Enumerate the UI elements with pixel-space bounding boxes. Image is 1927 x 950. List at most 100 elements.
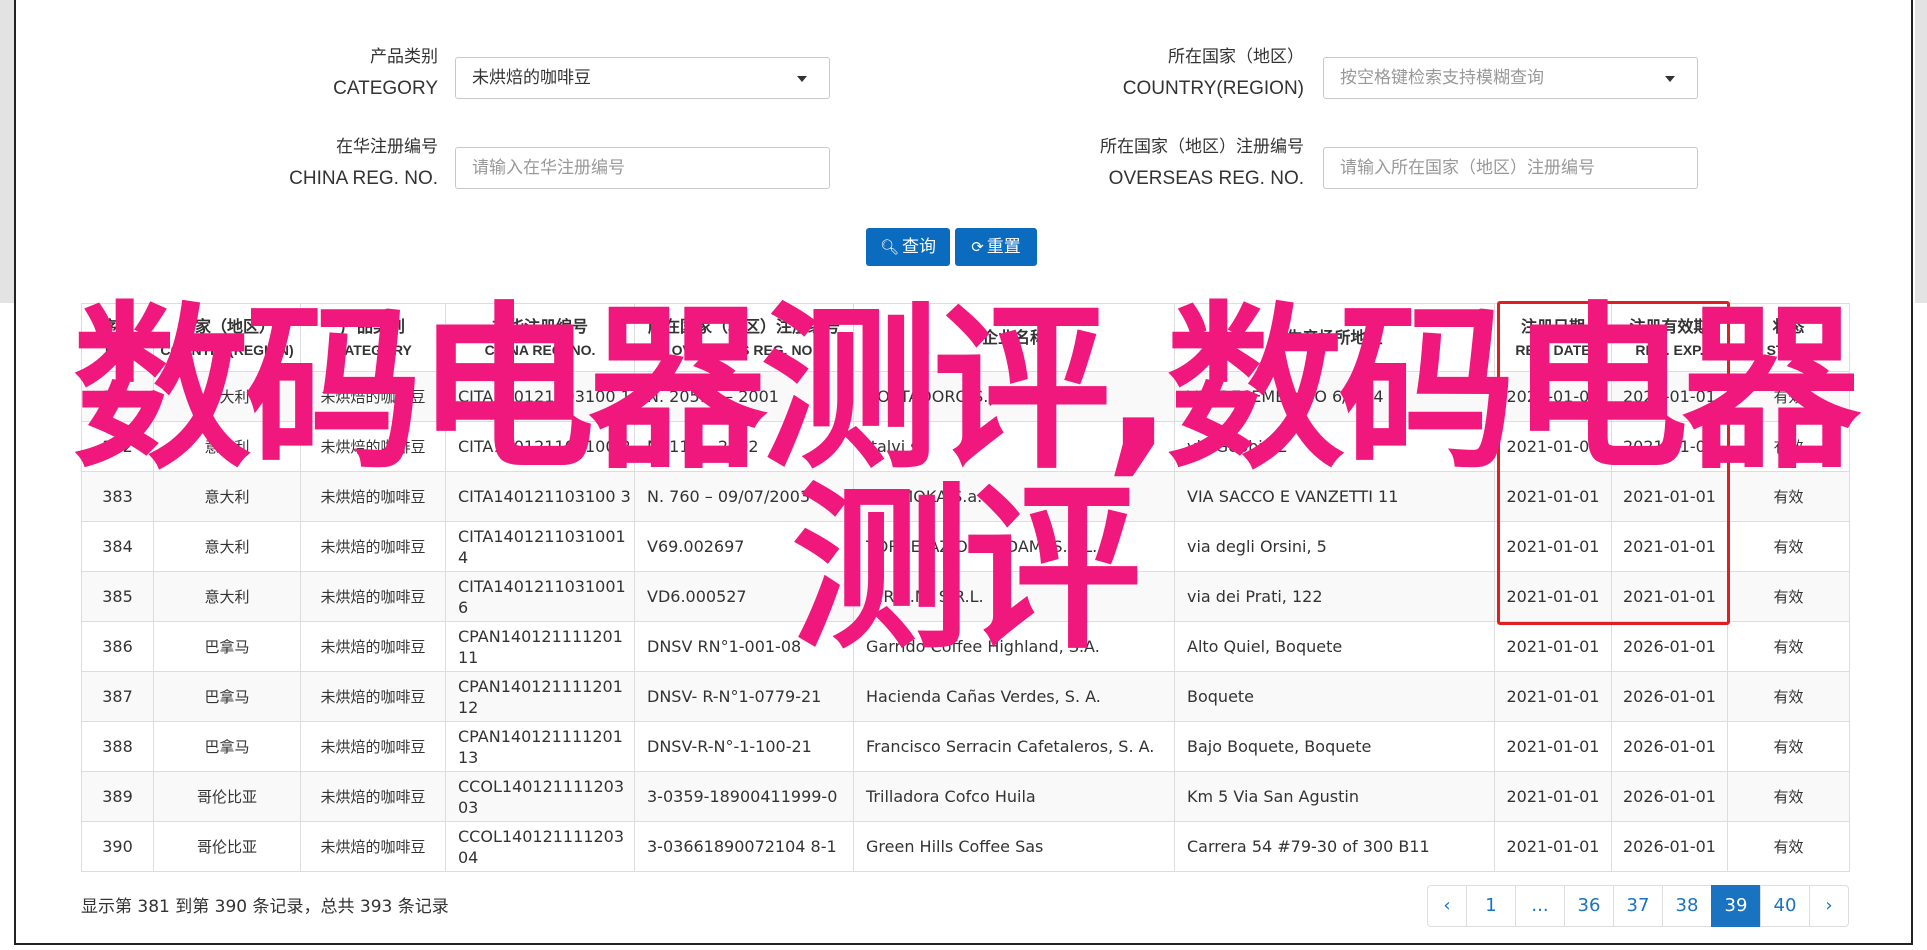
cell-address: via degli Orsini, 5 <box>1174 521 1495 572</box>
cell-reg-exp: 2021-01-01 <box>1611 371 1728 422</box>
page-ellipsis[interactable]: ... <box>1515 885 1565 927</box>
cell-overseas-reg: 3-0359-18900411999-0 <box>634 771 854 822</box>
cell-china-reg: CPAN140121111201 11 <box>445 621 635 672</box>
cell-overseas-reg: DNSV RN°1-001-08 <box>634 621 854 672</box>
search-button[interactable]: 🔍︎ 查询 <box>866 228 950 266</box>
cell-no: 384 <box>81 521 154 572</box>
cell-no: 381 <box>81 371 154 422</box>
cell-china-reg: CITA1401211031001 6 <box>445 571 635 622</box>
cell-state: 有效 <box>1727 621 1850 672</box>
column-header-company[interactable]: 企业名称 <box>853 303 1175 372</box>
column-header-no[interactable]: 序号 NO. <box>81 303 154 372</box>
column-header-address[interactable]: 生产场所地址 <box>1174 303 1495 372</box>
column-header-china-reg[interactable]: 在华注册编号 CHINA REG. NO. <box>445 303 635 372</box>
column-header-category[interactable]: 产品类别 CATEGORY <box>300 303 446 372</box>
page-button[interactable]: 1 <box>1466 885 1516 927</box>
page-button[interactable]: 36 <box>1564 885 1614 927</box>
cell-country: 巴拿马 <box>153 621 301 672</box>
cell-company: TORMOKA S.a.a. <box>853 471 1175 522</box>
cell-country: 巴拿马 <box>153 671 301 722</box>
search-button-label: 查询 <box>902 237 937 257</box>
table-row[interactable]: 384 意大利 未烘焙的咖啡豆 CITA1401211031001 4 V69.… <box>81 521 1850 572</box>
cell-country: 意大利 <box>153 471 301 522</box>
right-scrollbar[interactable] <box>1915 0 1927 303</box>
china-reg-input[interactable]: 请输入在华注册编号 <box>455 147 830 189</box>
pagination: ‹ 1 ... 36 37 38 39 40 › <box>1427 885 1849 927</box>
cell-country: 哥伦比亚 <box>153 821 301 872</box>
reset-button-label: 重置 <box>986 237 1021 257</box>
cell-reg-exp: 2026-01-01 <box>1611 671 1728 722</box>
cell-category: 未烘焙的咖啡豆 <box>300 771 446 822</box>
table-row[interactable]: 388 巴拿马 未烘焙的咖啡豆 CPAN140121111201 13 DNSV… <box>81 721 1850 772</box>
page-button[interactable]: 37 <box>1613 885 1663 927</box>
cell-category: 未烘焙的咖啡豆 <box>300 471 446 522</box>
table-row[interactable]: 381 意大利 未烘焙的咖啡豆 CITA140121103100 1 N. 20… <box>81 371 1850 422</box>
table-row[interactable]: 389 哥伦比亚 未烘焙的咖啡豆 CCOL140121111203 03 3-0… <box>81 771 1850 822</box>
cell-address: via dei Prati, 122 <box>1174 571 1495 622</box>
cell-category: 未烘焙的咖啡豆 <box>300 371 446 422</box>
cell-reg-date: 2021-01-01 <box>1494 471 1612 522</box>
cell-reg-date: 2021-01-01 <box>1494 521 1612 572</box>
table-row[interactable]: 383 意大利 未烘焙的咖啡豆 CITA140121103100 3 N. 76… <box>81 471 1850 522</box>
cell-category: 未烘焙的咖啡豆 <box>300 421 446 472</box>
cell-reg-date: 2021-01-01 <box>1494 771 1612 822</box>
category-select[interactable]: 未烘焙的咖啡豆 <box>455 57 830 99</box>
cell-reg-exp: 2026-01-01 <box>1611 721 1728 772</box>
cell-country: 意大利 <box>153 521 301 572</box>
table-row[interactable]: 390 哥伦比亚 未烘焙的咖啡豆 CCOL140121111203 04 3-0… <box>81 821 1850 872</box>
cell-overseas-reg: DNSV- R-N°1-0779-21 <box>634 671 854 722</box>
page-next-button[interactable]: › <box>1809 885 1849 927</box>
page-button[interactable]: 40 <box>1760 885 1810 927</box>
cell-state: 有效 <box>1727 571 1850 622</box>
cell-no: 390 <box>81 821 154 872</box>
cell-overseas-reg: N. 20510 – 2001 <box>634 371 854 422</box>
cell-no: 388 <box>81 721 154 772</box>
table-row[interactable]: 385 意大利 未烘焙的咖啡豆 CITA1401211031001 6 VD6.… <box>81 571 1850 622</box>
cell-state: 有效 <box>1727 421 1850 472</box>
left-scrollbar[interactable] <box>0 0 14 303</box>
reset-button[interactable]: ⟳ 重置 <box>955 228 1037 266</box>
cell-reg-exp: 2021-01-01 <box>1611 421 1728 472</box>
cell-address: via Gobbia 2 <box>1174 421 1495 472</box>
page-button[interactable]: 38 <box>1662 885 1712 927</box>
pagination-summary: 显示第 381 到第 390 条记录，总共 393 条记录 <box>81 897 449 917</box>
cell-china-reg: CITA140121103100 3 <box>445 471 635 522</box>
cell-no: 382 <box>81 421 154 472</box>
cell-country: 意大利 <box>153 571 301 622</box>
cell-company: Hacienda Cañas Verdes, S. A. <box>853 671 1175 722</box>
overseas-reg-input[interactable]: 请输入所在国家（地区）注册编号 <box>1323 147 1698 189</box>
page-prev-button[interactable]: ‹ <box>1427 885 1467 927</box>
cell-country: 意大利 <box>153 421 301 472</box>
chevron-down-icon <box>1665 76 1675 82</box>
cell-no: 383 <box>81 471 154 522</box>
table-row[interactable]: 382 意大利 未烘焙的咖啡豆 CITA140121103100 2 N. 11… <box>81 421 1850 472</box>
cell-reg-exp: 2021-01-01 <box>1611 571 1728 622</box>
cell-china-reg: CITA140121103100 2 <box>445 421 635 472</box>
category-label: 产品类别 CATEGORY <box>333 47 438 99</box>
column-header-state[interactable]: 状态 STATE <box>1727 303 1850 372</box>
cell-company: Francisco Serracin Cafetaleros, S. A. <box>853 721 1175 772</box>
cell-state: 有效 <box>1727 821 1850 872</box>
cell-reg-date: 2021-01-01 <box>1494 721 1612 772</box>
table-row[interactable]: 387 巴拿马 未烘焙的咖啡豆 CPAN140121111201 12 DNSV… <box>81 671 1850 722</box>
overseas-reg-placeholder: 请输入所在国家（地区）注册编号 <box>1340 158 1595 178</box>
cell-company: Green Hills Coffee Sas <box>853 821 1175 872</box>
cell-company: Trilladora Cofco Huila <box>853 771 1175 822</box>
cell-category: 未烘焙的咖啡豆 <box>300 521 446 572</box>
column-header-country[interactable]: 国家（地区） COUNTRY(REGION) <box>153 303 301 372</box>
cell-china-reg: CPAN140121111201 13 <box>445 721 635 772</box>
cell-overseas-reg: N. 110 – 2002 <box>634 421 854 472</box>
page-button-active[interactable]: 39 <box>1711 885 1761 927</box>
cell-overseas-reg: V69.002697 <box>634 521 854 572</box>
cell-overseas-reg: 3-03661890072104 8-1 <box>634 821 854 872</box>
cell-no: 385 <box>81 571 154 622</box>
column-header-overseas-reg[interactable]: 所在国家（地区）注册编号 OVERSEAS REG. NO. <box>634 303 854 372</box>
table-row[interactable]: 386 巴拿马 未烘焙的咖啡豆 CPAN140121111201 11 DNSV… <box>81 621 1850 672</box>
column-header-reg-exp[interactable]: 注册有效期 REG. EXP. <box>1611 303 1728 372</box>
cell-state: 有效 <box>1727 371 1850 422</box>
cell-address: Km 5 Via San Agustin <box>1174 771 1495 822</box>
cell-china-reg: CITA1401211031001 4 <box>445 521 635 572</box>
country-select[interactable]: 按空格键检索支持模糊查询 <box>1323 57 1698 99</box>
column-header-reg-date[interactable]: 注册日期 REG. DATE <box>1494 303 1612 372</box>
cell-reg-exp: 2021-01-01 <box>1611 521 1728 572</box>
